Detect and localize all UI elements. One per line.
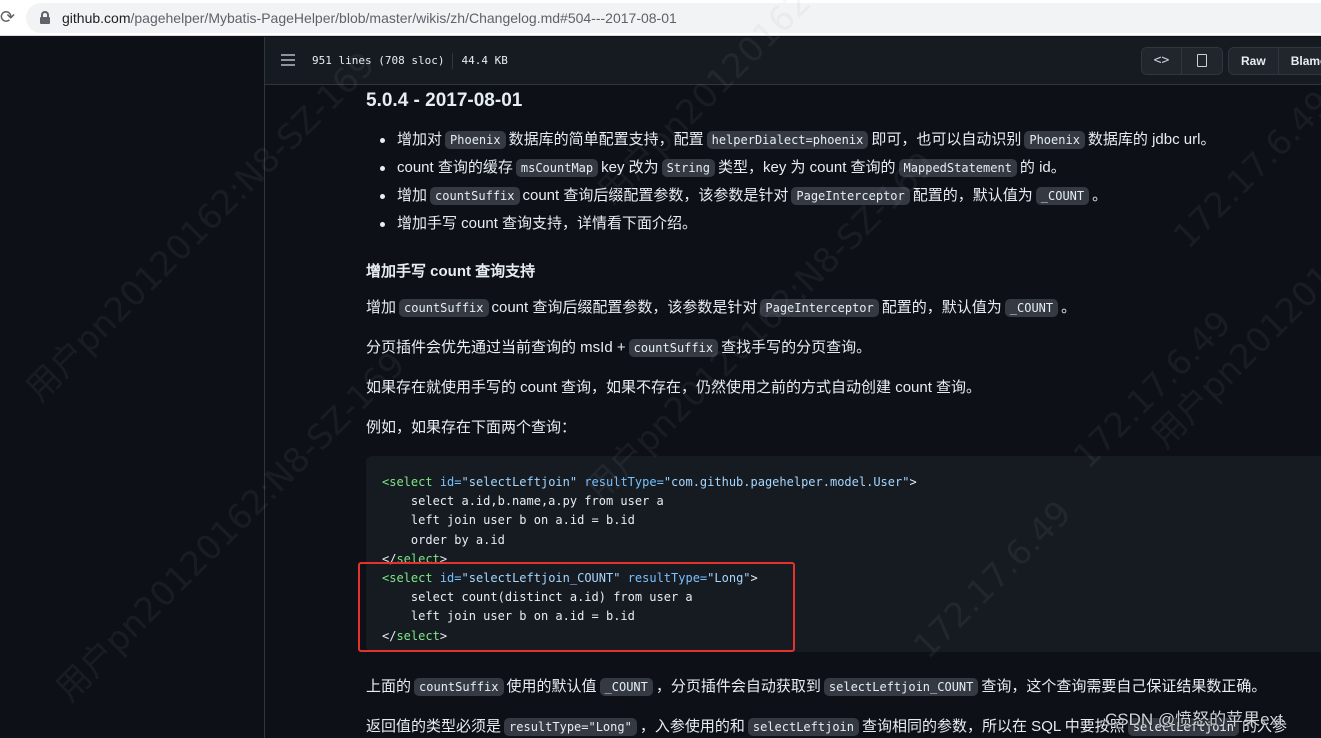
inline-code: countSuffix <box>430 187 520 205</box>
inline-code: countSuffix <box>399 299 489 317</box>
file-actions-group: Raw Blame <box>1228 47 1321 75</box>
list-item: 增加 countSuffix count 查询后缀配置参数，该参数是针对 PageIn… <box>366 184 1215 212</box>
list-item: 增加对 Phoenix 数据库的简单配置支持，配置 helperDialect=pho… <box>366 128 1215 156</box>
inline-code: helperDialect=phoenix <box>706 131 869 149</box>
inline-code: Phoenix <box>445 131 506 149</box>
inline-code: PageInterceptor <box>791 187 910 205</box>
paragraph: 上面的 countSuffix 使用的默认值 _COUNT ，分页插件会自动获取到 sel… <box>366 678 1267 696</box>
view-toggle-group: <> <box>1141 47 1223 75</box>
inline-code: resultType="Long" <box>504 718 637 736</box>
inline-code: selectLeftjoin <box>747 718 860 736</box>
browser-address-bar: ⟳ github.com/pagehelper/Mybatis-PageHelp… <box>0 0 1321 36</box>
lock-icon <box>40 11 50 24</box>
paragraph: 增加 countSuffix count 查询后缀配置参数，该参数是针对 PageIn… <box>366 299 1077 317</box>
inline-code: _COUNT <box>1035 187 1090 205</box>
inline-code: String <box>661 159 715 177</box>
url-path: /pagehelper/Mybatis-PageHelper/blob/mast… <box>130 10 677 26</box>
left-gutter <box>0 37 265 738</box>
file-meta: 951 lines (708 sloc) 44.4 KB <box>312 53 508 69</box>
csdn-watermark: CSDN @愤怒的苹果ext <box>1105 710 1283 729</box>
divider <box>452 53 454 69</box>
url-omnibox[interactable]: github.com/pagehelper/Mybatis-PageHelper… <box>26 3 1321 33</box>
paragraph: 分页插件会优先通过当前查询的 msId + countSuffix 查找手写的分页查… <box>366 339 872 357</box>
list-item: 增加手写 count 查询支持，详情看下面介绍。 <box>366 212 1215 240</box>
url-host: github.com <box>62 10 131 26</box>
inline-code: MappedStatement <box>898 159 1017 177</box>
inline-code: countSuffix <box>414 678 504 696</box>
paragraph: 例如，如果存在下面两个查询： <box>366 419 577 436</box>
outline-list-icon[interactable] <box>281 53 295 67</box>
raw-button[interactable]: Raw <box>1229 48 1279 74</box>
list-item: count 查询的缓存 msCountMap key 改为 String 类型，key … <box>366 156 1215 184</box>
inline-code: PageInterceptor <box>760 299 879 317</box>
url-text[interactable]: github.com/pagehelper/Mybatis-PageHelper… <box>62 10 677 26</box>
display-file-button[interactable] <box>1182 48 1222 74</box>
markdown-content: 5.0.4 - 2017-08-01 增加对 Phoenix 数据库的简单配置支持，… <box>265 86 1321 738</box>
file-header: 951 lines (708 sloc) 44.4 KB <> Raw Blame <box>265 37 1321 85</box>
inline-code: _COUNT <box>599 678 653 696</box>
file-size: 44.4 KB <box>461 54 508 67</box>
inline-code: Phoenix <box>1024 131 1085 149</box>
blame-button[interactable]: Blame <box>1278 48 1321 74</box>
inline-code: msCountMap <box>515 159 599 177</box>
version-heading: 5.0.4 - 2017-08-01 <box>366 90 523 111</box>
highlight-annotation-box <box>358 562 795 652</box>
inline-code: selectLeftjoin_COUNT <box>823 678 979 696</box>
paragraph: 如果存在就使用手写的 count 查询，如果不存在，仍然使用之前的方式自动创建 … <box>366 379 982 396</box>
changelog-list: 增加对 Phoenix 数据库的简单配置支持，配置 helperDialect=pho… <box>366 128 1215 240</box>
inline-code: _COUNT <box>1004 299 1059 317</box>
file-icon <box>1197 54 1207 67</box>
inline-code: countSuffix <box>628 339 719 357</box>
reload-icon[interactable]: ⟳ <box>0 8 18 28</box>
file-lines: 951 lines (708 sloc) <box>312 54 445 67</box>
section-subheading: 增加手写 count 查询支持 <box>366 263 536 280</box>
code-view-icon[interactable]: <> <box>1142 48 1182 74</box>
